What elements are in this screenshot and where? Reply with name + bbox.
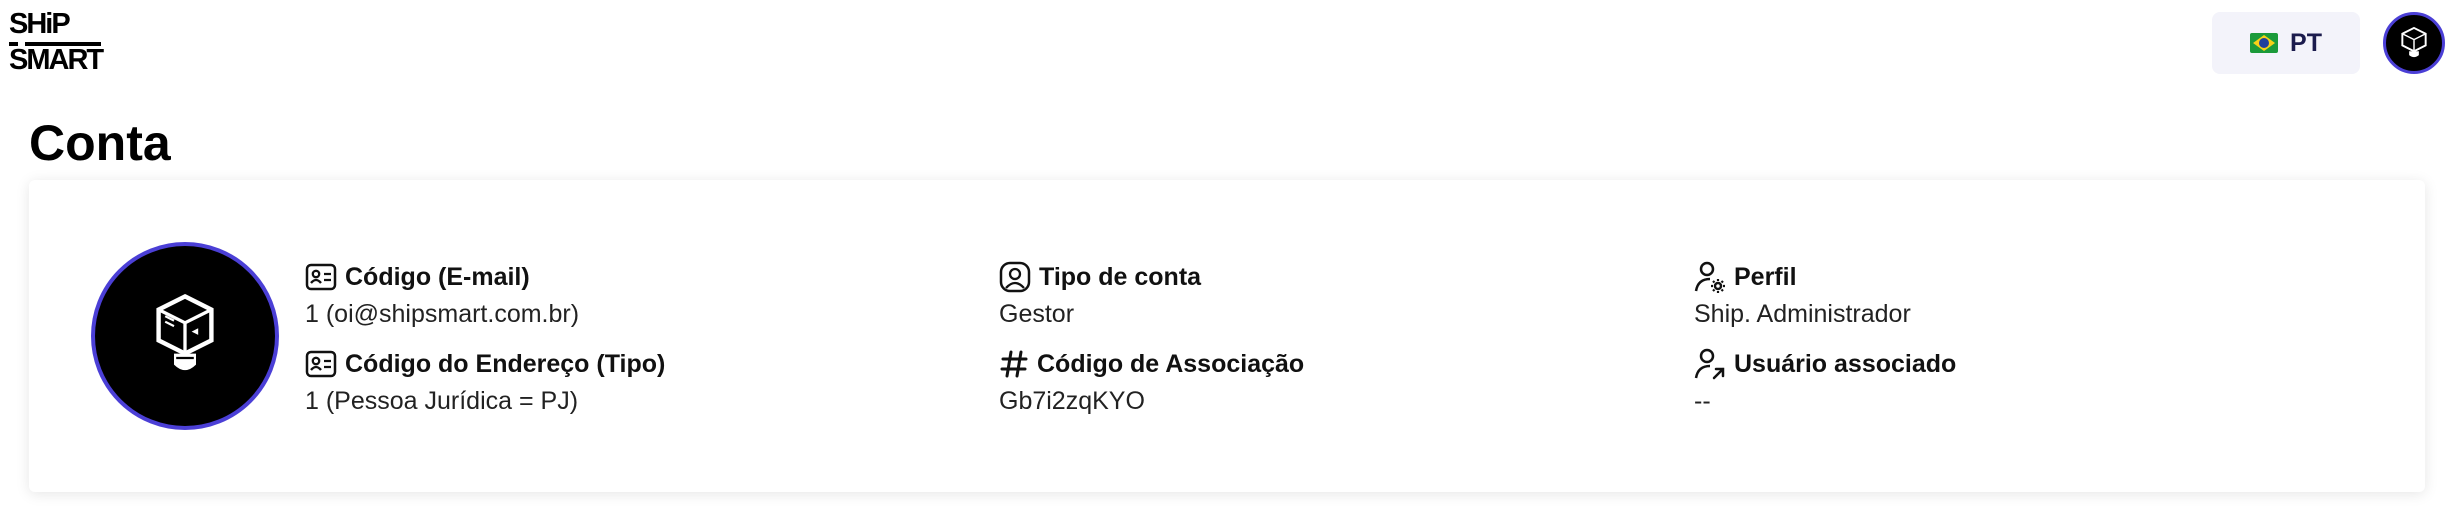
brazil-flag-icon [2250, 33, 2279, 53]
field-value: 1 (Pessoa Jurídica = PJ) [305, 387, 579, 415]
lightbulb-cube-icon [156, 293, 214, 371]
logo-line-1: SHiP [9, 8, 71, 40]
field-label: Código do Endereço (Tipo) [345, 349, 666, 378]
field-profile: Perfil Ship. Administrador [1694, 260, 1911, 329]
id-card-icon [305, 350, 337, 378]
field-address-code: Código do Endereço (Tipo) 1 (Pessoa Jurí… [305, 347, 665, 416]
field-label: Código de Associação [1037, 349, 1305, 378]
language-label: PT [2290, 28, 2322, 57]
field-value: 1 (oi@shipsmart.com.br) [305, 300, 580, 328]
field-associated-user: Usuário associado -- [1694, 347, 1956, 416]
field-label: Perfil [1734, 262, 1797, 291]
field-email-code: Código (E-mail) 1 (oi@shipsmart.com.br) [305, 260, 579, 329]
logo-line-2: SMART [9, 44, 104, 76]
field-value: Gb7i2zqKYO [999, 387, 1145, 415]
field-association-code: Código de Associação Gb7i2zqKYO [999, 347, 1304, 416]
account-card: Código (E-mail) 1 (oi@shipsmart.com.br) … [29, 180, 2425, 492]
hash-icon [1000, 350, 1028, 378]
lightbulb-cube-icon [2401, 26, 2427, 58]
field-value: Ship. Administrador [1694, 300, 1911, 328]
user-square-icon [999, 261, 1031, 293]
page-title: Conta [29, 115, 171, 171]
field-label: Código (E-mail) [345, 262, 530, 291]
user-avatar-button[interactable] [2383, 12, 2445, 74]
id-card-icon [305, 263, 337, 291]
language-selector-button[interactable]: PT [2212, 12, 2360, 74]
account-avatar [91, 242, 279, 430]
user-link-icon [1694, 348, 1725, 380]
account-page: SHiP SMART PT Conta Código (E-mail) 1 (o… [0, 0, 2459, 507]
field-label: Usuário associado [1734, 349, 1957, 378]
field-value: Gestor [999, 300, 1075, 328]
field-value: -- [1694, 387, 1711, 415]
shipsmart-logo[interactable]: SHiP SMART [9, 8, 104, 76]
field-label: Tipo de conta [1039, 262, 1202, 291]
user-gear-icon [1694, 261, 1725, 293]
field-account-type: Tipo de conta Gestor [999, 260, 1201, 329]
